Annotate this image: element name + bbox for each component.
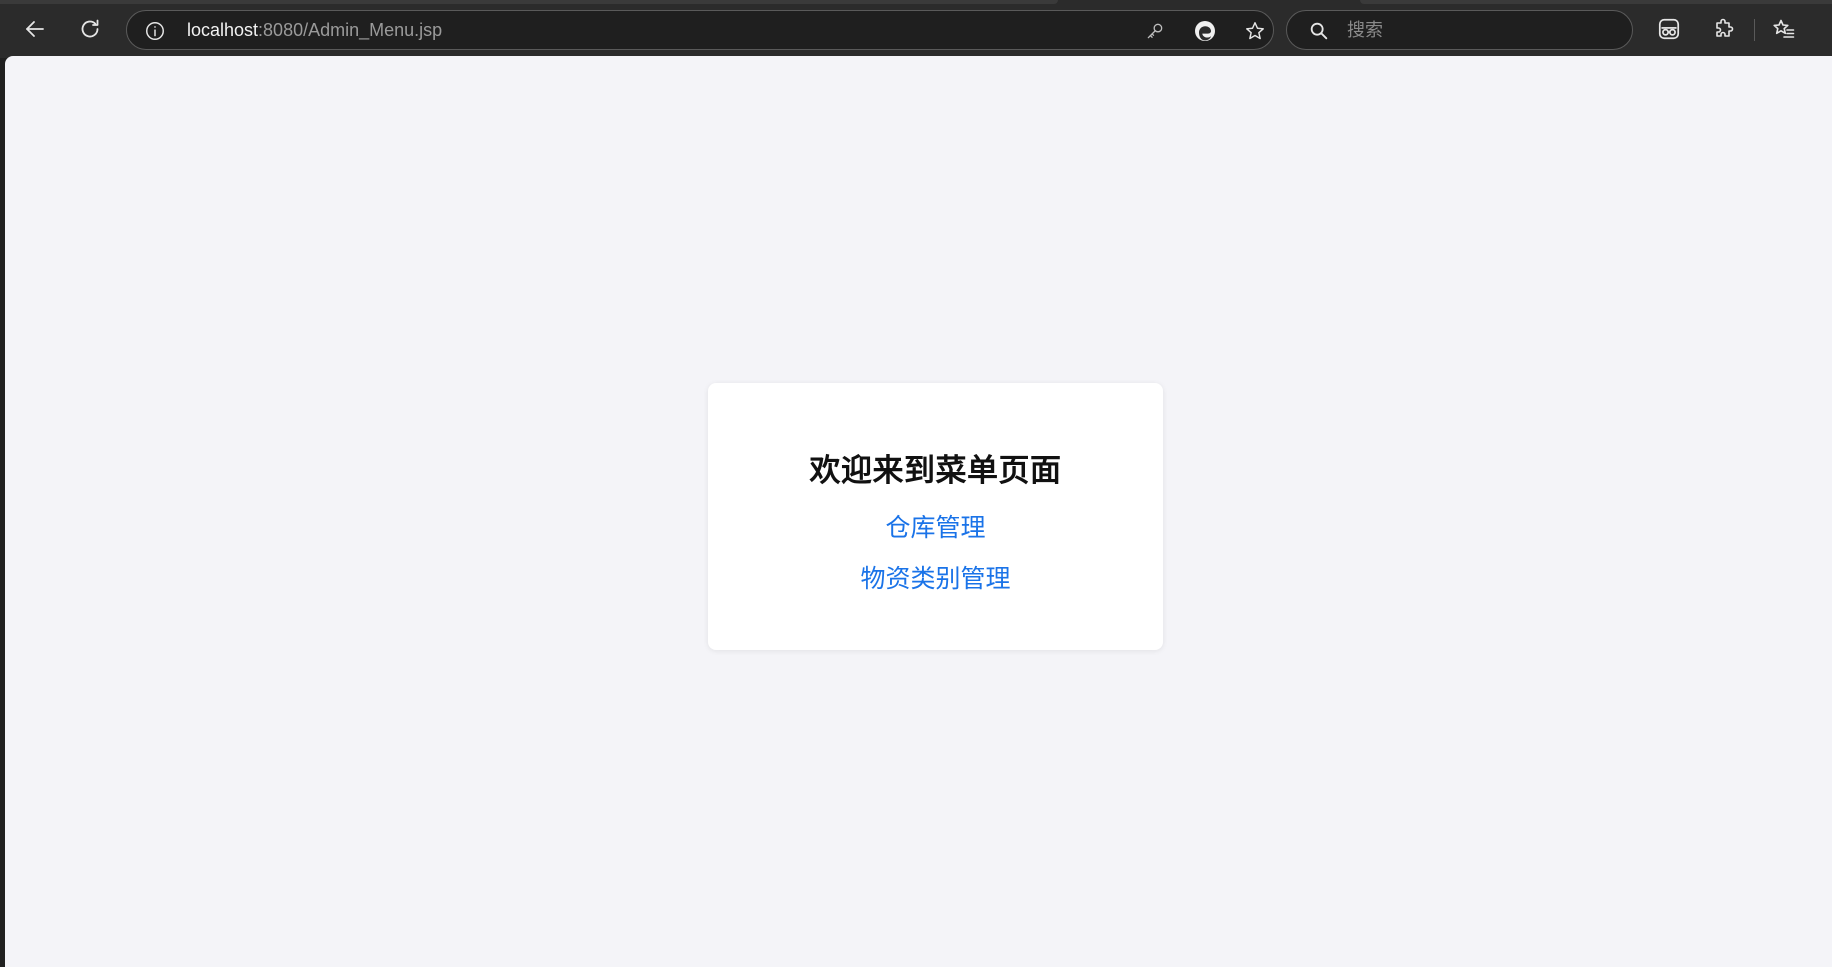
key-icon[interactable] <box>1143 19 1167 43</box>
reload-button[interactable] <box>70 9 110 49</box>
favorites-button[interactable] <box>1764 9 1804 49</box>
material-category-management-link[interactable]: 物资类别管理 <box>708 559 1163 595</box>
edge-logo-icon[interactable] <box>1193 19 1217 43</box>
search-icon <box>1307 19 1331 43</box>
toolbar-separator <box>1754 19 1755 41</box>
address-url[interactable]: localhost:8080/Admin_Menu.jsp <box>187 11 442 49</box>
search-input[interactable] <box>1345 11 1615 49</box>
extensions-button[interactable] <box>1704 9 1744 49</box>
tab-strip-edge <box>1360 0 1832 4</box>
incognito-glasses-icon <box>1656 16 1682 42</box>
address-path: :8080/Admin_Menu.jsp <box>258 20 443 40</box>
page-viewport: 欢迎来到菜单页面 仓库管理 物资类别管理 <box>5 56 1832 967</box>
search-box[interactable] <box>1286 10 1633 50</box>
star-icon[interactable] <box>1243 19 1267 43</box>
extension-button[interactable] <box>1649 9 1689 49</box>
address-host: localhost <box>187 20 259 40</box>
menu-card: 欢迎来到菜单页面 仓库管理 物资类别管理 <box>708 383 1163 650</box>
back-button[interactable] <box>15 9 55 49</box>
address-bar[interactable]: localhost:8080/Admin_Menu.jsp <box>126 10 1274 50</box>
back-arrow-icon <box>23 17 47 41</box>
info-icon[interactable] <box>143 19 167 43</box>
favorites-list-icon <box>1772 17 1796 41</box>
reload-icon <box>78 17 102 41</box>
warehouse-management-link[interactable]: 仓库管理 <box>708 508 1163 544</box>
page-title: 欢迎来到菜单页面 <box>809 453 1062 489</box>
tab-strip-edge <box>0 0 1058 4</box>
browser-toolbar: localhost:8080/Admin_Menu.jsp <box>0 0 1832 58</box>
puzzle-piece-icon <box>1712 17 1736 41</box>
